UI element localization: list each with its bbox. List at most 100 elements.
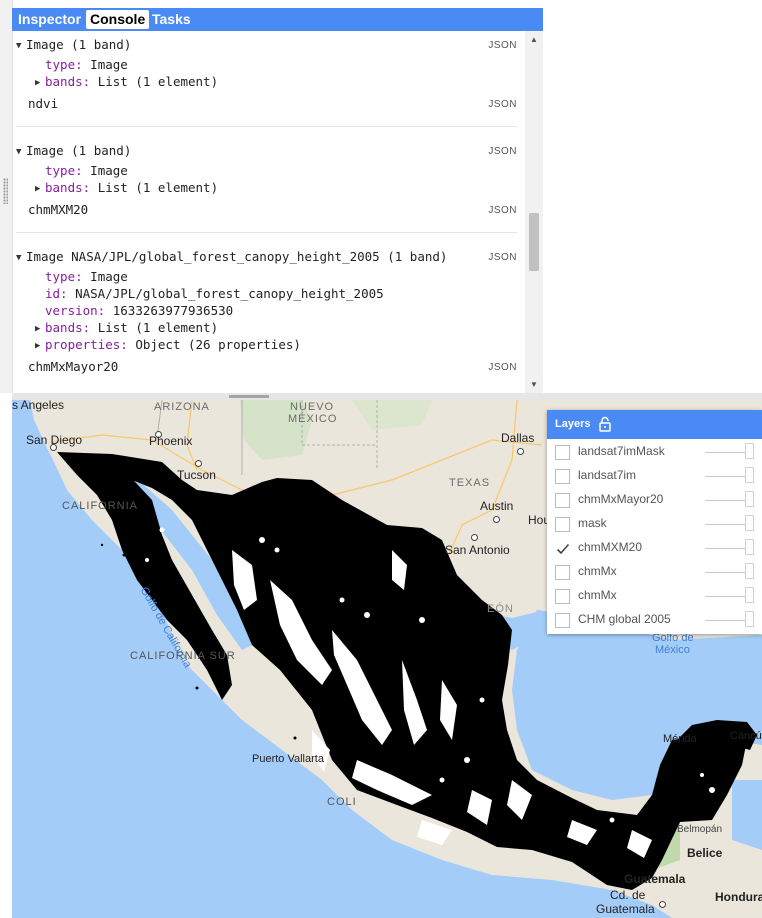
city-label-cd-de: Cd. de: [610, 888, 646, 902]
city-marker: [659, 901, 666, 908]
tab-console[interactable]: Console: [86, 10, 150, 29]
expand-right-icon[interactable]: ▶: [35, 321, 45, 337]
layer-name: landsat7im: [578, 468, 637, 482]
layer-visibility-checkbox[interactable]: [555, 541, 570, 556]
city-label-merida: Mérida: [663, 733, 697, 745]
layer-row[interactable]: landsat7im: [547, 465, 762, 489]
field-row[interactable]: ▶ bands: List (1 element): [35, 180, 218, 197]
opacity-slider-track[interactable]: [705, 572, 749, 573]
city-marker: [471, 534, 478, 541]
field-row: id: NASA/JPL/global_forest_canopy_height…: [45, 286, 384, 301]
entry-divider: [16, 232, 517, 233]
scroll-up-icon[interactable]: ▲: [530, 35, 538, 44]
city-label-guatemala-city: Guatemala: [596, 902, 655, 916]
json-button[interactable]: JSON: [488, 146, 517, 157]
layer-visibility-checkbox[interactable]: [555, 565, 570, 580]
opacity-slider-track[interactable]: [705, 452, 749, 453]
json-button[interactable]: JSON: [488, 252, 517, 263]
json-button[interactable]: JSON: [488, 40, 517, 51]
entry-header[interactable]: ▼ Image (1 band): [16, 37, 131, 54]
city-label-tucson: Tucson: [177, 468, 216, 482]
state-label-texas: TEXAS: [449, 477, 491, 489]
lock-icon[interactable]: [599, 416, 611, 432]
state-label-nuevo: NUEVO: [290, 401, 335, 413]
opacity-slider-thumb[interactable]: [745, 467, 754, 483]
field-row[interactable]: ▶ bands: List (1 element): [35, 320, 218, 337]
layer-name: chmMx: [578, 564, 617, 578]
layers-panel: Layers landsat7imMask landsat7im chmMxMayo…: [547, 410, 762, 634]
layer-visibility-checkbox[interactable]: [555, 589, 570, 604]
city-label-los-angeles: s Angeles: [12, 400, 65, 412]
opacity-slider-track[interactable]: [705, 476, 749, 477]
opacity-slider-thumb[interactable]: [745, 563, 754, 579]
layer-row[interactable]: chmMx: [547, 561, 762, 585]
state-label-colima: COLI: [327, 796, 357, 808]
opacity-slider-track[interactable]: [705, 596, 749, 597]
layer-name: chmMxMayor20: [578, 492, 664, 506]
country-label-honduras: Hondura: [715, 890, 762, 904]
state-label-mexico: MÉXICO: [288, 413, 338, 425]
city-label-san-diego: San Diego: [26, 433, 83, 447]
city-label-dallas: Dallas: [501, 431, 535, 445]
layer-visibility-checkbox[interactable]: [555, 469, 570, 484]
splitter-grip-icon[interactable]: [229, 395, 269, 398]
expand-right-icon[interactable]: ▶: [35, 75, 45, 91]
city-marker: [493, 516, 500, 523]
json-button[interactable]: JSON: [488, 362, 517, 373]
layer-name: chmMx: [578, 588, 617, 602]
layer-visibility-checkbox[interactable]: [555, 445, 570, 460]
entry-header[interactable]: ▼ Image (1 band): [16, 143, 131, 160]
console-scrollbar[interactable]: ▲ ▼: [525, 31, 543, 393]
expand-down-icon[interactable]: ▼: [16, 250, 26, 266]
opacity-slider-track[interactable]: [705, 620, 749, 621]
layer-row[interactable]: chmMx: [547, 585, 762, 609]
state-label-arizona: ARIZONA: [154, 401, 210, 413]
layer-row[interactable]: mask: [547, 513, 762, 537]
city-label-puerto-vallarta: Puerto Vallarta: [252, 753, 324, 765]
layer-row[interactable]: chmMXM20: [547, 537, 762, 561]
checkmark-icon: [556, 543, 570, 555]
opacity-slider-track[interactable]: [705, 548, 749, 549]
entry-divider: [16, 126, 517, 127]
gutter-grip-icon[interactable]: [3, 178, 8, 204]
entry-header[interactable]: ▼ Image NASA/JPL/global_forest_canopy_hei…: [16, 249, 447, 266]
city-label-austin: Austin: [480, 499, 514, 513]
opacity-slider-thumb[interactable]: [745, 491, 754, 507]
layer-visibility-checkbox[interactable]: [555, 493, 570, 508]
layer-visibility-checkbox[interactable]: [555, 613, 570, 628]
opacity-slider-thumb[interactable]: [745, 587, 754, 603]
tab-inspector[interactable]: Inspector: [14, 10, 85, 29]
water-label-mexico: México: [655, 644, 690, 656]
layers-header: Layers: [547, 410, 762, 439]
expand-down-icon[interactable]: ▼: [16, 38, 26, 54]
state-label-california: CALIFORNIA: [62, 500, 139, 512]
scrollbar-thumb[interactable]: [529, 213, 539, 271]
expand-right-icon[interactable]: ▶: [35, 181, 45, 197]
layer-visibility-checkbox[interactable]: [555, 517, 570, 532]
layer-row[interactable]: CHM global 2005: [547, 609, 762, 633]
opacity-slider-track[interactable]: [705, 500, 749, 501]
layer-row[interactable]: chmMxMayor20: [547, 489, 762, 513]
city-label-cancun: Cancún: [730, 730, 762, 742]
json-button[interactable]: JSON: [488, 99, 517, 110]
scroll-down-icon[interactable]: ▼: [530, 380, 538, 389]
state-label-leon: EÓN: [487, 603, 514, 615]
opacity-slider-thumb[interactable]: [745, 443, 754, 459]
opacity-slider-track[interactable]: [705, 524, 749, 525]
json-button[interactable]: JSON: [488, 205, 517, 216]
field-row: type: Image: [45, 57, 128, 72]
tab-tasks[interactable]: Tasks: [148, 10, 195, 29]
field-row[interactable]: ▶ properties: Object (26 properties): [35, 337, 301, 354]
opacity-slider-thumb[interactable]: [745, 515, 754, 531]
console-panel: Inspector Console Tasks ▼ Image (1 band) …: [0, 0, 543, 393]
panel-splitter[interactable]: [12, 393, 762, 400]
expand-down-icon[interactable]: ▼: [16, 144, 26, 160]
opacity-slider-thumb[interactable]: [745, 539, 754, 555]
city-marker: [517, 448, 524, 455]
layer-row[interactable]: landsat7imMask: [547, 441, 762, 465]
country-label-belice: Belice: [687, 846, 723, 860]
field-row[interactable]: ▶ bands: List (1 element): [35, 74, 218, 91]
expand-right-icon[interactable]: ▶: [35, 338, 45, 354]
tab-bar: Inspector Console Tasks: [12, 8, 543, 31]
opacity-slider-thumb[interactable]: [745, 611, 754, 627]
